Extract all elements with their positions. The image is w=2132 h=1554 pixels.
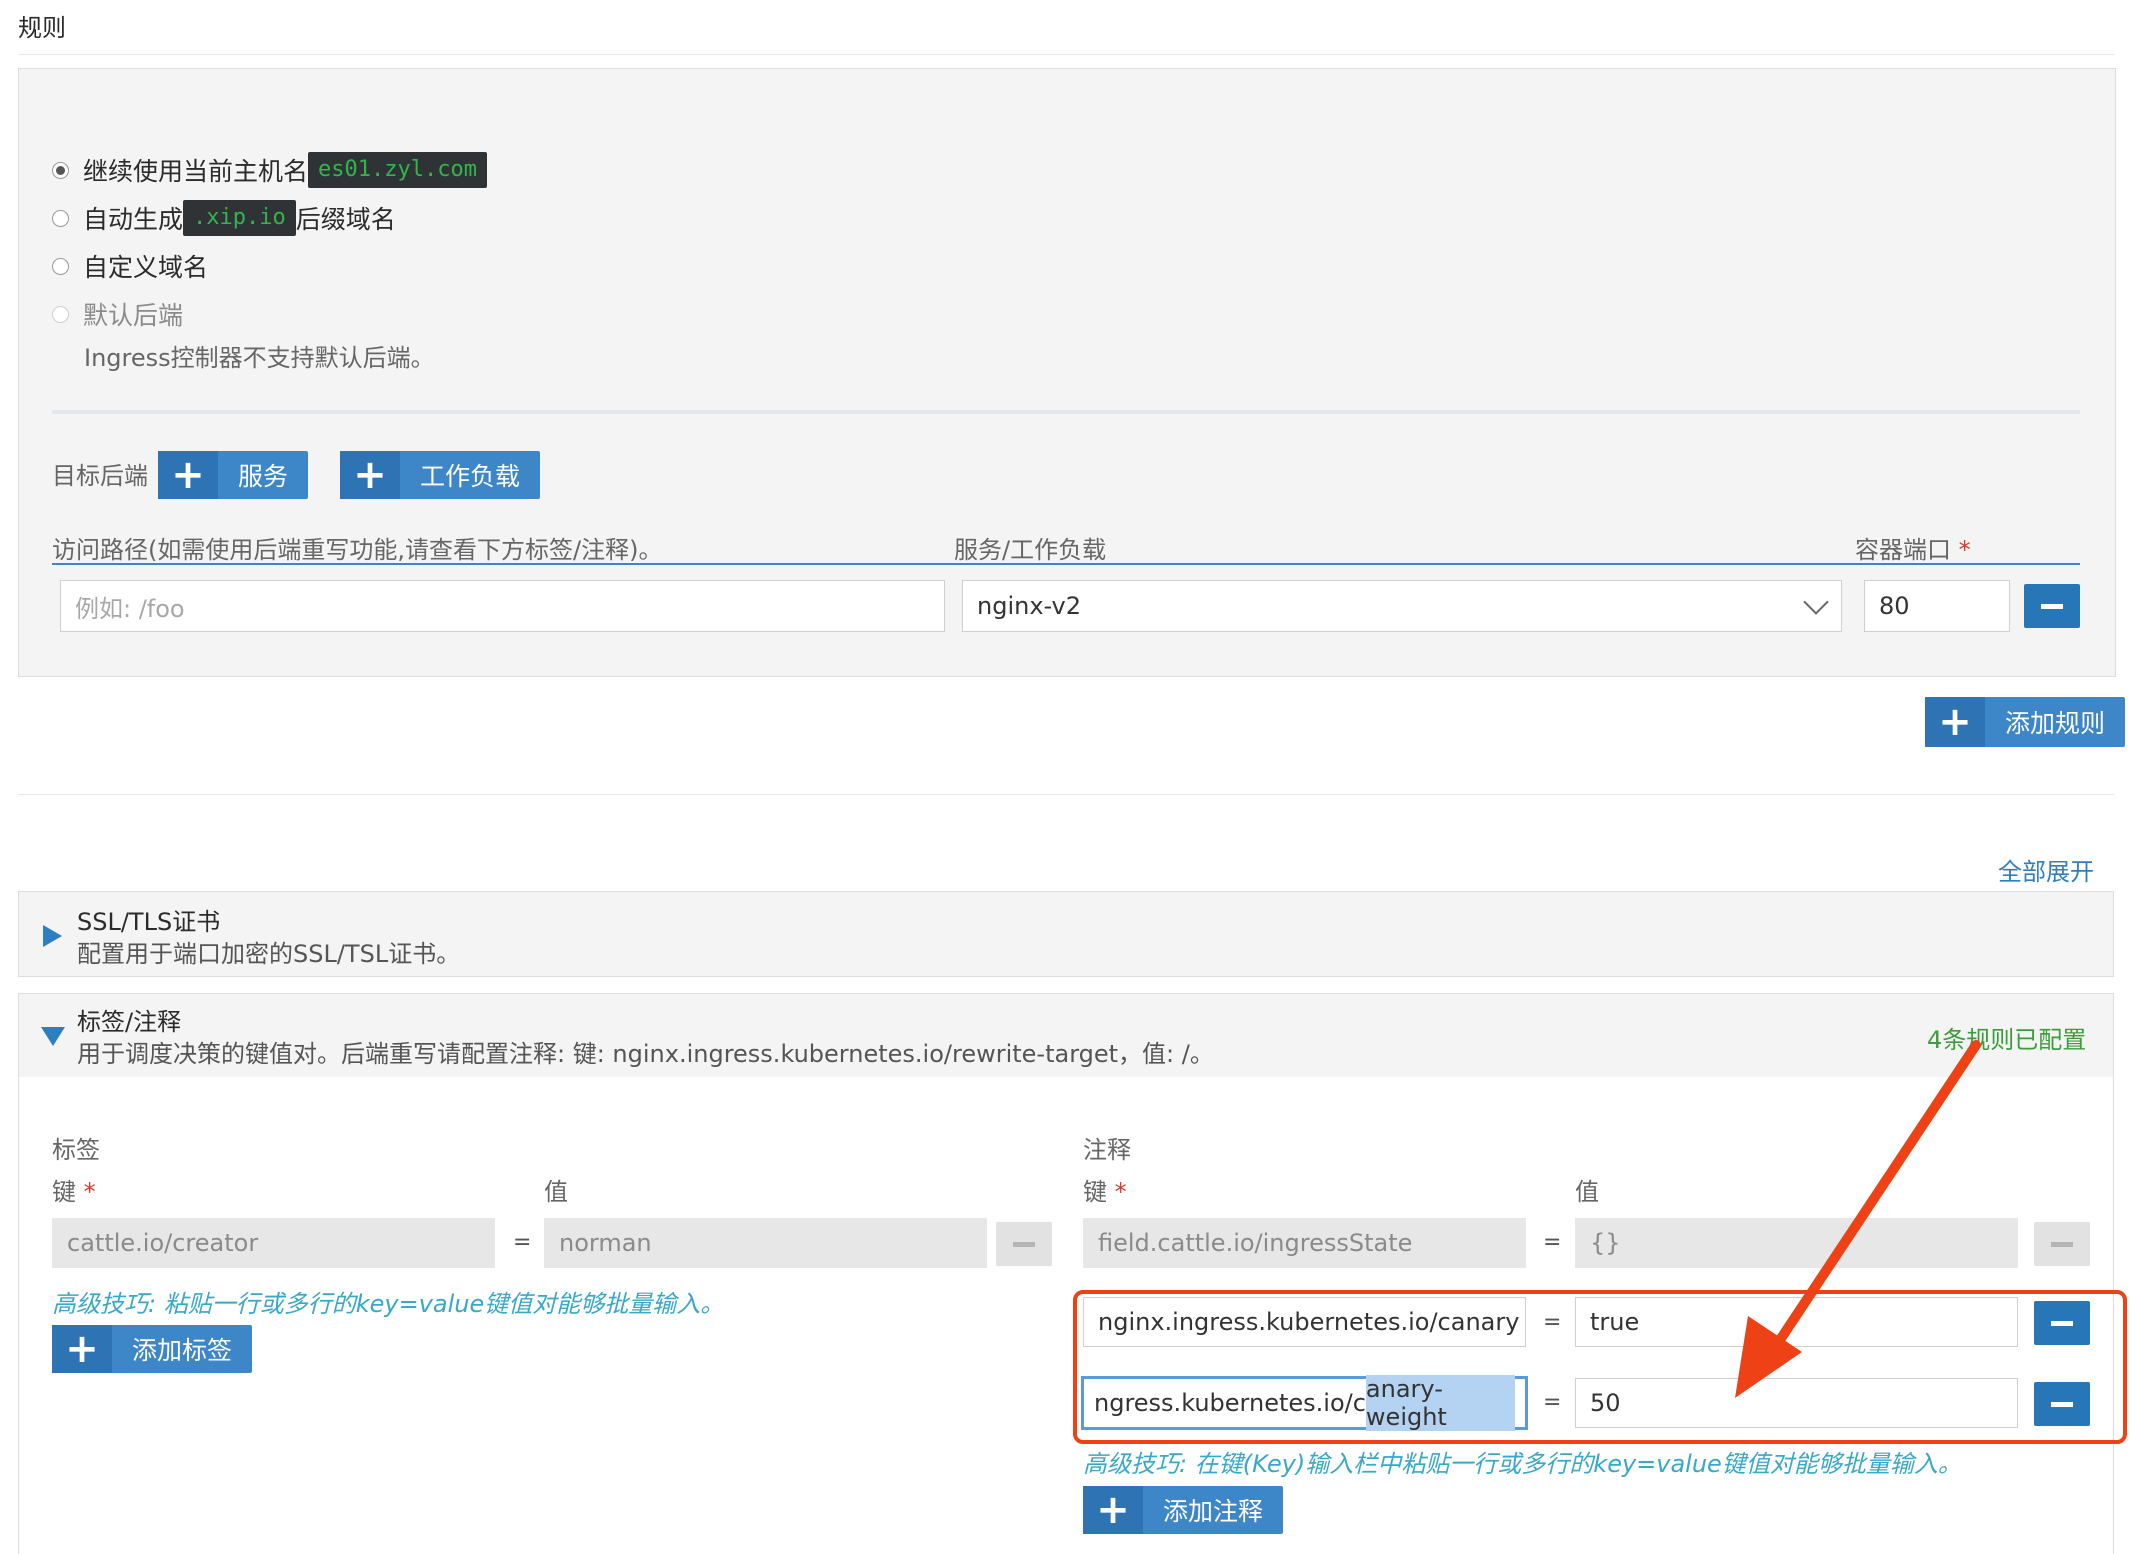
arrow-line xyxy=(1765,1040,1981,1360)
red-arrow-annotation xyxy=(1735,1040,1981,1398)
